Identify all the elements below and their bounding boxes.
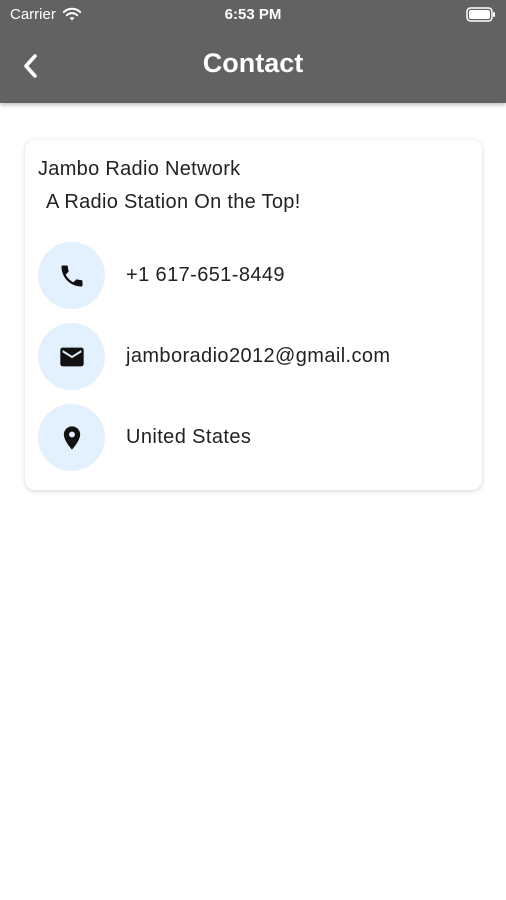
status-bar: Carrier 6:53 PM	[0, 0, 506, 30]
contact-row-location[interactable]: United States	[38, 404, 251, 471]
contact-card: Jambo Radio Network A Radio Station On t…	[25, 140, 482, 490]
phone-number: +1 617-651-8449	[126, 264, 285, 286]
battery-icon	[466, 7, 495, 22]
mail-icon	[59, 347, 84, 366]
contact-row-phone[interactable]: +1 617-651-8449	[38, 242, 285, 309]
navigation-bar: Contact	[0, 30, 506, 103]
location-text: United States	[126, 426, 252, 448]
app-header: Carrier 6:53 PM Contact	[0, 0, 506, 103]
mail-icon-circle	[38, 323, 105, 390]
phone-icon	[61, 265, 82, 286]
contact-row-email[interactable]: jamboradio2012@gmail.com	[38, 323, 390, 390]
station-tagline: A Radio Station On the Top!	[46, 191, 301, 213]
status-time: 6:53 PM	[224, 6, 282, 23]
station-name: Jambo Radio Network	[38, 158, 241, 180]
location-pin-icon	[63, 425, 80, 450]
location-icon-circle	[38, 404, 105, 471]
email-address: jamboradio2012@gmail.com	[126, 345, 391, 367]
page-title: Contact	[202, 48, 304, 78]
phone-icon-circle	[38, 242, 105, 309]
